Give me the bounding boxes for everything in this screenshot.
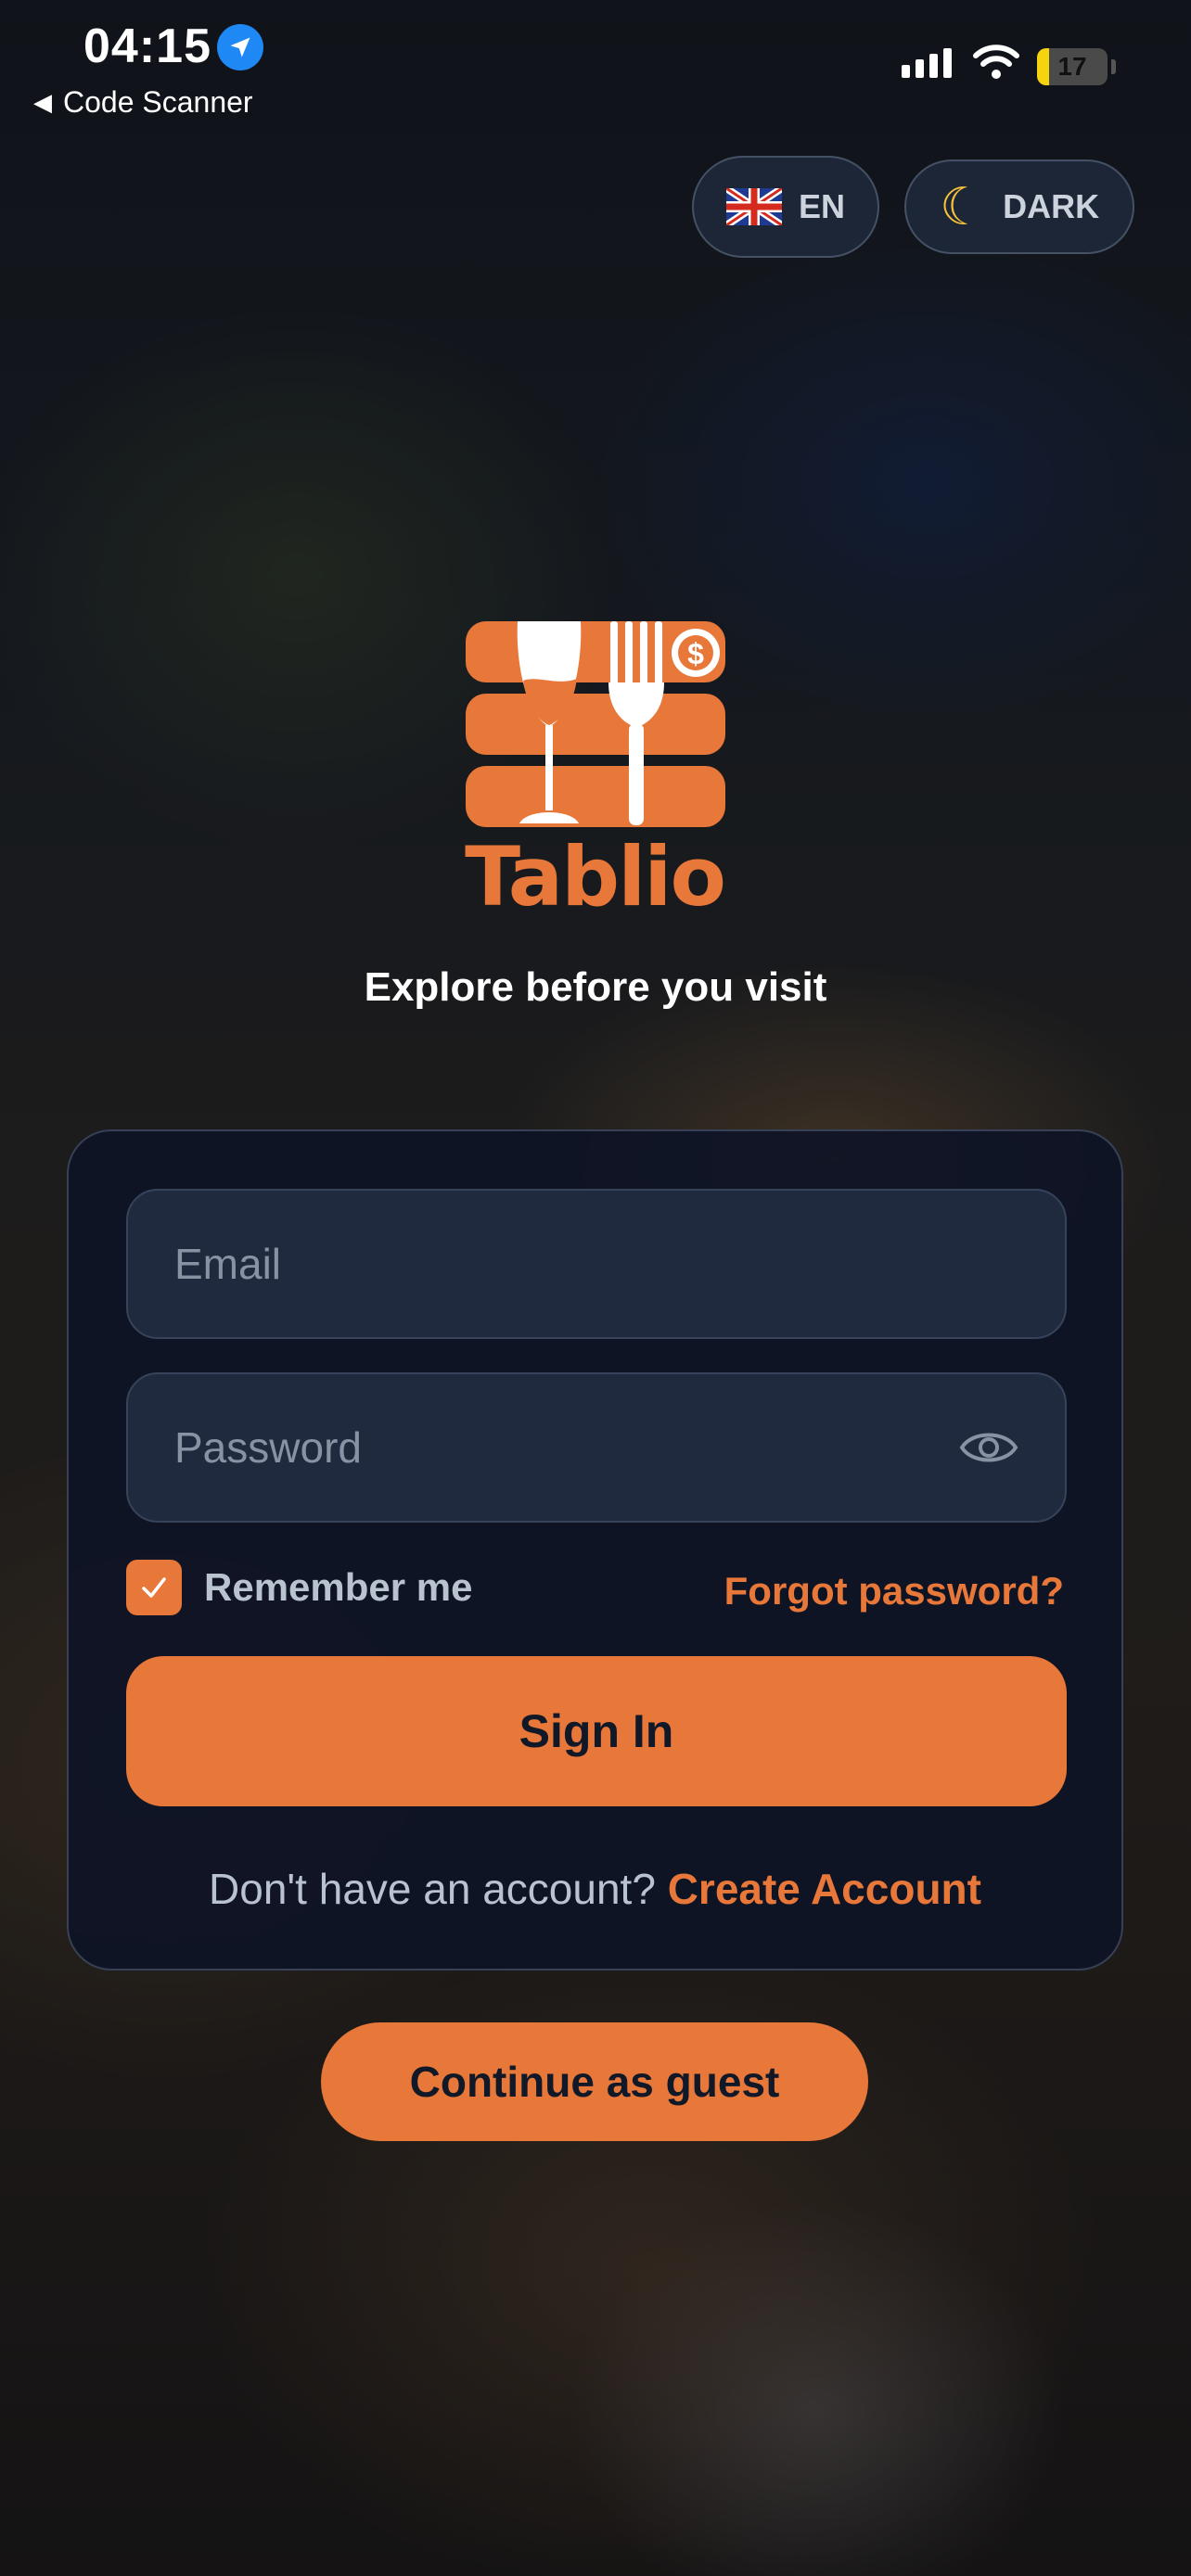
create-account-line: Don't have an account? Create Account <box>69 1864 1121 1914</box>
battery-cap <box>1111 59 1116 74</box>
battery-percent: 17 <box>1057 52 1087 81</box>
wifi-icon <box>972 43 1020 84</box>
create-account-link[interactable]: Create Account <box>668 1865 981 1913</box>
back-app-label: Code Scanner <box>63 85 253 119</box>
location-arrow-icon <box>217 24 263 70</box>
theme-toggle[interactable]: ☾ DARK <box>904 159 1134 254</box>
theme-label: DARK <box>1003 187 1100 225</box>
password-placeholder: Password <box>174 1423 362 1472</box>
tagline: Explore before you visit <box>364 964 827 1010</box>
brand-name: Tablio <box>465 829 726 925</box>
language-toggle[interactable]: EN <box>692 156 879 258</box>
brand-logo: $ Tablio <box>462 619 727 925</box>
cellular-signal-icon <box>902 48 952 78</box>
battery-icon: 17 <box>1037 48 1108 85</box>
sign-in-button[interactable]: Sign In <box>126 1656 1067 1806</box>
remember-label: Remember me <box>204 1565 473 1609</box>
remember-checkbox[interactable] <box>126 1560 182 1615</box>
status-time: 04:15 <box>83 19 211 73</box>
eye-icon[interactable] <box>959 1427 1018 1468</box>
password-field[interactable]: Password <box>126 1372 1067 1523</box>
login-card: Email Password Remember me Forgot passwo… <box>67 1129 1123 1970</box>
status-bar: 04:15 ◀ Code Scanner 17 <box>0 0 1191 130</box>
forgot-password-link[interactable]: Forgot password? <box>724 1569 1064 1613</box>
no-account-text: Don't have an account? <box>209 1865 656 1913</box>
email-field[interactable]: Email <box>126 1189 1067 1339</box>
email-placeholder: Email <box>174 1240 282 1288</box>
svg-text:$: $ <box>687 637 704 670</box>
remember-me[interactable]: Remember me <box>126 1560 472 1615</box>
back-triangle-icon: ◀ <box>33 88 52 116</box>
moon-icon: ☾ <box>939 177 987 236</box>
language-label: EN <box>798 187 845 225</box>
continue-as-guest-button[interactable]: Continue as guest <box>321 2022 868 2141</box>
checkmark-icon <box>142 1577 166 1598</box>
uk-flag-icon <box>725 188 782 225</box>
back-to-app-link[interactable]: ◀ Code Scanner <box>33 85 253 120</box>
